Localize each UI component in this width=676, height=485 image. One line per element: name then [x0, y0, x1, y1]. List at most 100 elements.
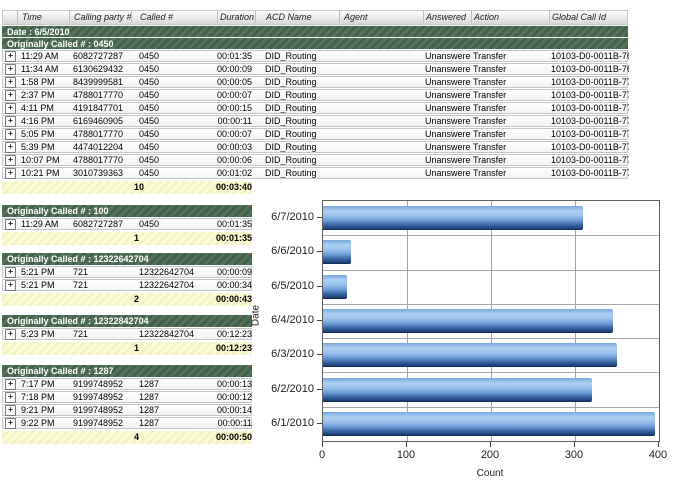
- gridline-horizontal: [323, 338, 659, 339]
- cell-calling: 9199748952: [69, 392, 131, 402]
- table-row[interactable]: +11:29 AM6082727287045000:01:35: [2, 218, 252, 230]
- cell-agent: [339, 116, 423, 126]
- table-row[interactable]: +9:22 PM9199748952128700:00:11: [2, 417, 252, 429]
- originally-called-band[interactable]: Originally Called # : 100: [2, 205, 252, 217]
- expand-icon[interactable]: +: [5, 116, 16, 127]
- cell-calling: 9199748952: [69, 418, 131, 428]
- table-row[interactable]: +7:18 PM9199748952128700:00:12: [2, 391, 252, 403]
- originally-called-band[interactable]: Originally Called # : 0450: [2, 37, 628, 49]
- x-tick-mark: [490, 441, 491, 447]
- group-section: Originally Called # : 12322642704+5:21 P…: [2, 253, 252, 306]
- cell-agent: [339, 129, 423, 139]
- summary-spacer: [2, 232, 130, 245]
- table-row[interactable]: +7:17 PM9199748952128700:00:13: [2, 378, 252, 390]
- expand-icon[interactable]: +: [5, 267, 16, 278]
- cell-duration: 00:01:02: [217, 168, 255, 178]
- cell-duration: 00:00:07: [217, 90, 255, 100]
- column-header-time: Time: [17, 11, 69, 23]
- originally-called-band[interactable]: Originally Called # : 12322842704: [2, 315, 252, 327]
- cell-action: Transfer: [471, 142, 549, 152]
- cell-time: 5:05 PM: [17, 129, 69, 139]
- bar-6/6/2010[interactable]: [323, 240, 351, 264]
- group-section: Originally Called # : 1287+7:17 PM919974…: [2, 365, 252, 444]
- group-summary-row: 100:01:35: [2, 232, 252, 245]
- expand-icon[interactable]: +: [5, 90, 16, 101]
- cell-time: 7:17 PM: [17, 379, 69, 389]
- expand-icon[interactable]: +: [5, 405, 16, 416]
- cell-time: 10:21 PM: [17, 168, 69, 178]
- cell-acd: DID_Routing: [255, 77, 339, 87]
- expand-icon[interactable]: +: [5, 168, 16, 179]
- table-row[interactable]: +4:11 PM4191847701045000:00:15DID_Routin…: [2, 102, 628, 114]
- cell-called: 0450: [131, 51, 217, 61]
- cell-duration: 00:00:11: [217, 116, 255, 126]
- expand-icon[interactable]: +: [5, 219, 16, 230]
- cell-answered: Unanswered: [423, 64, 471, 74]
- cell-calling: 9199748952: [69, 405, 131, 415]
- expand-icon[interactable]: +: [5, 280, 16, 291]
- bar-6/3/2010[interactable]: [323, 343, 617, 367]
- cell-time: 4:11 PM: [17, 103, 69, 113]
- expand-icon[interactable]: +: [5, 77, 16, 88]
- expand-column-header: [3, 11, 17, 23]
- cell-action: Transfer: [471, 90, 549, 100]
- table-row[interactable]: +4:16 PM6169460905045000:00:11DID_Routin…: [2, 115, 628, 127]
- cell-action: Transfer: [471, 51, 549, 61]
- gridline-horizontal: [323, 407, 659, 408]
- expand-icon[interactable]: +: [5, 129, 16, 140]
- cell-calling: 4788017770: [69, 129, 131, 139]
- expand-icon[interactable]: +: [5, 103, 16, 114]
- expand-icon[interactable]: +: [5, 392, 16, 403]
- calls-per-date-chart: Date Count 6/7/20106/6/20106/5/20106/4/2…: [240, 196, 676, 485]
- expand-icon[interactable]: +: [5, 64, 16, 75]
- cell-time: 5:39 PM: [17, 142, 69, 152]
- table-row[interactable]: +2:37 PM4788017770045000:00:07DID_Routin…: [2, 89, 628, 101]
- cell-acd: DID_Routing: [255, 103, 339, 113]
- table-row[interactable]: +10:07 PM4788017770045000:00:06DID_Routi…: [2, 154, 628, 166]
- cell-called: 1287: [131, 379, 217, 389]
- y-tick-mark: [317, 354, 322, 355]
- cell-time: 11:34 AM: [17, 64, 69, 74]
- y-tick-mark: [317, 423, 322, 424]
- cell-answered: Unanswered: [423, 77, 471, 87]
- table-row[interactable]: +5:21 PM7211232264270400:00:34: [2, 279, 252, 291]
- bar-6/5/2010[interactable]: [323, 275, 347, 299]
- bar-6/4/2010[interactable]: [323, 309, 613, 333]
- table-row[interactable]: +10:21 PM3010739363045000:01:02DID_Routi…: [2, 167, 628, 179]
- table-header-row: TimeCalling party #Called #DurationACD N…: [2, 10, 628, 25]
- cell-action: Transfer: [471, 116, 549, 126]
- bar-6/1/2010[interactable]: [323, 412, 655, 436]
- table-body: +11:29 AM6082727287045000:01:35DID_Routi…: [2, 50, 628, 179]
- cell-called: 12322642704: [131, 280, 217, 290]
- expand-icon[interactable]: +: [5, 155, 16, 166]
- table-row[interactable]: +5:23 PM7211232284270400:12:23: [2, 328, 252, 340]
- expand-icon[interactable]: +: [5, 142, 16, 153]
- originally-called-band[interactable]: Originally Called # : 12322642704: [2, 253, 252, 265]
- cell-time: 11:29 AM: [17, 51, 69, 61]
- table-row[interactable]: +5:05 PM4788017770045000:00:07DID_Routin…: [2, 128, 628, 140]
- cell-acd: DID_Routing: [255, 64, 339, 74]
- expand-icon[interactable]: +: [5, 379, 16, 390]
- expand-icon[interactable]: +: [5, 418, 16, 429]
- table-row[interactable]: +1:58 PM8439999581045000:00:05DID_Routin…: [2, 76, 628, 88]
- table-row[interactable]: +11:34 AM6130629432045000:00:09DID_Routi…: [2, 63, 628, 75]
- bar-6/7/2010[interactable]: [323, 206, 583, 230]
- date-group-band[interactable]: Date : 6/5/2010: [2, 25, 628, 37]
- gridline-horizontal: [323, 304, 659, 305]
- table-row[interactable]: +5:39 PM4474012204045000:00:03DID_Routin…: [2, 141, 628, 153]
- cell-answered: Unanswered: [423, 116, 471, 126]
- y-tick-label: 6/5/2010: [244, 279, 314, 293]
- y-tick-label: 6/1/2010: [244, 416, 314, 430]
- table-row[interactable]: +9:21 PM9199748952128700:00:14: [2, 404, 252, 416]
- originally-called-band[interactable]: Originally Called # : 1287: [2, 365, 252, 377]
- bar-6/2/2010[interactable]: [323, 378, 592, 402]
- table-row[interactable]: +11:29 AM6082727287045000:01:35DID_Routi…: [2, 50, 628, 62]
- expand-icon[interactable]: +: [5, 51, 16, 62]
- summary-count: 1: [130, 232, 216, 245]
- cell-calling: 721: [69, 267, 131, 277]
- group-section: Originally Called # : 100+11:29 AM608272…: [2, 205, 252, 245]
- summary-total-duration: 00:03:40: [216, 181, 254, 194]
- table-row[interactable]: +5:21 PM7211232264270400:00:09: [2, 266, 252, 278]
- expand-icon[interactable]: +: [5, 329, 16, 340]
- cell-answered: Unanswered: [423, 103, 471, 113]
